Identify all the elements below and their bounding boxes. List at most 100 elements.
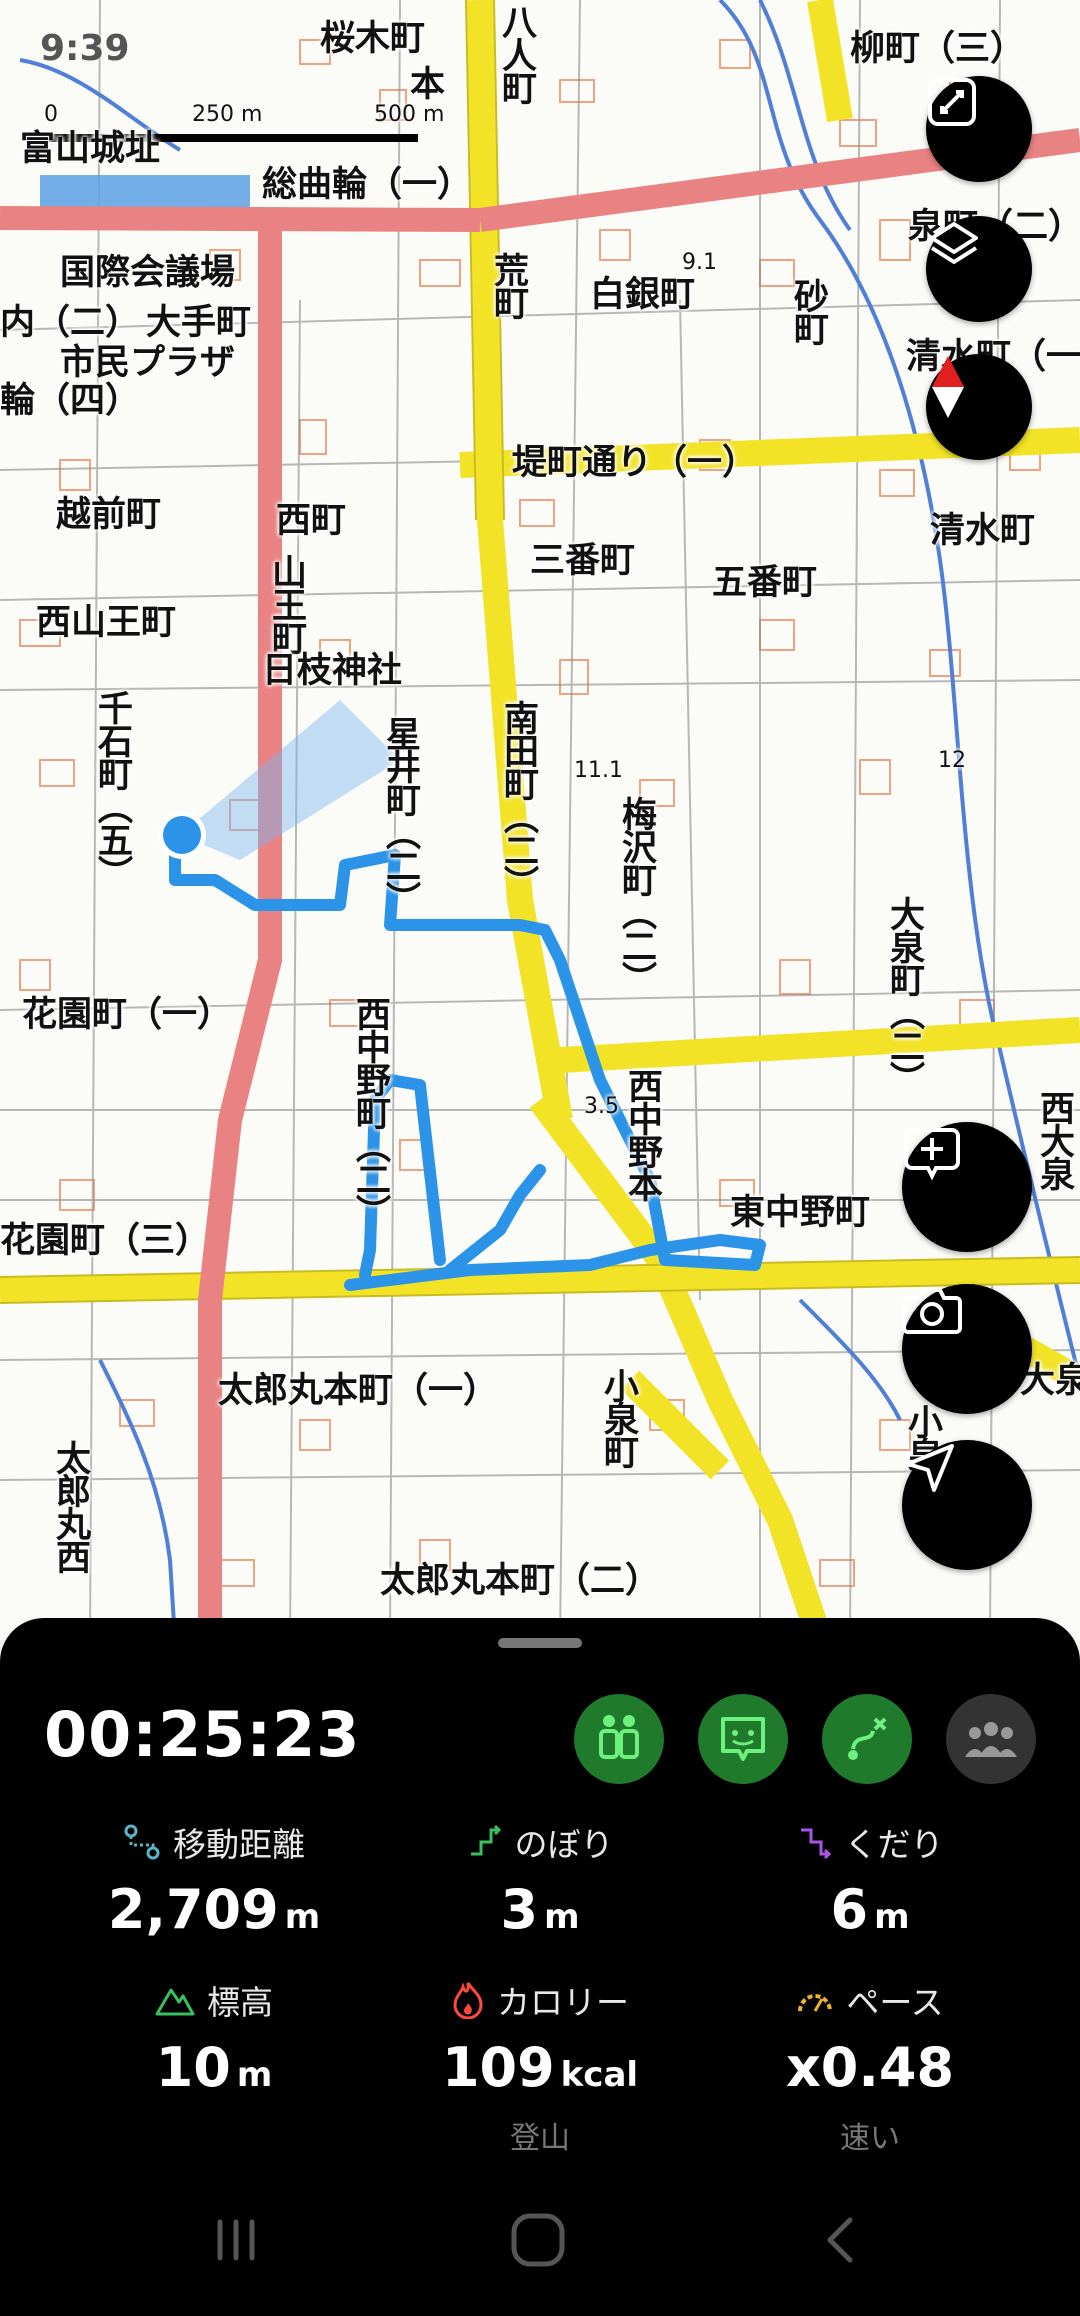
map-label: 西中野町（二） [350,996,390,1227]
pace-label: ペース [846,1983,944,2022]
map-label: 荒町 [488,252,528,318]
fullscreen-button[interactable] [926,76,1032,182]
map-label: 大泉町（二） [884,896,924,1094]
scale-end: 500 m [374,102,445,127]
descent-value: 6 [830,1878,869,1941]
scale-zero: 0 [44,102,58,127]
scale-mid: 250 m [192,102,263,127]
ascent-label: のぼり [514,1825,614,1864]
map-label: 西町 [276,501,347,541]
elapsed-timer: 00:25:23 [44,1698,361,1771]
home-icon[interactable] [508,2210,568,2270]
map-label: 花園町（一） [22,995,233,1035]
map-label: 千石町（五） [92,690,132,888]
camera-icon [902,1288,962,1334]
trail-report-button[interactable] [698,1694,788,1784]
group-icon [965,1722,1017,1757]
calorie-label: カロリー [497,1983,629,2022]
trail-report-icon [721,1717,765,1761]
map-label: 本 [410,65,446,105]
stat-altitude: 標高 10 m [44,1976,384,2099]
map-label: 梅沢町（二） [616,796,656,994]
map-label: 東中野町 [730,1193,871,1233]
mountain-icon [155,1988,195,2016]
map-label: 大泉 [1020,1361,1080,1401]
descent-label: くだり [844,1825,944,1864]
map-view[interactable]: 9:39 0 250 m 500 m 桜木町 本 八人町 柳町（三） 富山城址 … [0,0,1080,1640]
map-label: 太郎丸本町（一） [218,1371,499,1411]
distance-label: 移動距離 [173,1825,305,1864]
map-label: 輪（四） [0,381,141,421]
map-label: 柳町（三） [850,29,1026,69]
drag-handle[interactable] [498,1638,582,1648]
stat-calorie: カロリー 109 kcal 登山 [370,1976,710,2157]
flame-icon [453,1982,483,2019]
map-label: 山王町 [266,554,306,653]
back-icon[interactable] [812,2210,872,2270]
map-label: 西山王町 [36,603,177,643]
companions-icon [599,1715,639,1759]
calorie-unit: kcal [560,2055,639,2095]
map-label: 八人町 [496,4,536,103]
speedometer-icon [798,1994,833,2012]
map-label: 総曲輪（一） [262,165,473,205]
map-label: 西大泉 [1034,1090,1074,1189]
map-label: 越前町 [56,495,162,535]
recent-apps-icon[interactable] [206,2210,266,2270]
map-label: 富山城址 [20,129,161,169]
fullscreen-icon [928,78,976,126]
camera-button[interactable] [902,1284,1032,1414]
descent-icon [800,1828,831,1860]
stat-pace: ペース x0.48 速い [700,1976,1040,2157]
map-label: 清水町 [930,511,1036,551]
distance-unit: m [284,1897,321,1937]
distance-value: 2,709 [107,1878,279,1941]
map-label: 9.1 [682,250,717,275]
pace-value: x0.48 [785,2036,955,2099]
layers-button[interactable] [926,216,1032,322]
altitude-value: 10 [155,2036,231,2099]
group-button[interactable] [946,1694,1036,1784]
stat-descent: くだり 6m [700,1818,1040,1941]
altitude-label: 標高 [207,1983,273,2022]
map-label: 日枝神社 [262,651,403,691]
calorie-activity-type: 登山 [510,2121,570,2156]
layers-icon [930,222,978,264]
map-label: 内（二） [0,303,141,343]
map-label: 大手町 [146,303,252,343]
map-label: 12 [938,748,966,773]
map-label: 堤町通り（一） [512,443,758,483]
route-button[interactable] [822,1694,912,1784]
altitude-unit: m [236,2055,273,2095]
ascent-unit: m [544,1897,580,1937]
map-label: 11.1 [574,758,623,783]
calorie-value: 109 [441,2036,555,2099]
map-label: 小泉町 [598,1368,638,1467]
map-label: 五番町 [712,563,818,603]
map-label: 3.5 [584,1094,619,1119]
map-label: 西中野本 [622,1068,662,1200]
map-label: 南田町（二） [498,700,538,898]
companions-button[interactable] [574,1694,664,1784]
descent-unit: m [874,1897,910,1937]
add-comment-icon [904,1128,960,1181]
ascent-icon [470,1824,501,1856]
map-label: 星井町（二） [380,716,420,914]
add-comment-button[interactable] [902,1122,1032,1252]
map-label: 三番町 [530,541,636,581]
stat-distance: 移動距離 2,709 m [44,1818,384,1941]
compass-icon [932,356,964,418]
route-icon [848,1717,887,1760]
map-label: 太郎丸本町（二） [380,1561,661,1601]
pace-rating: 速い [840,2121,900,2156]
stat-ascent: のぼり 3m [370,1818,710,1941]
navigate-button[interactable] [902,1440,1032,1570]
map-label: 砂町 [788,278,828,344]
map-label: 花園町（三） [0,1221,211,1261]
distance-icon [124,1824,160,1860]
navigate-icon [906,1444,954,1492]
compass-button[interactable] [926,354,1032,460]
map-label: 白銀町 [590,275,696,315]
map-label: 桜木町 [320,19,426,59]
ascent-value: 3 [500,1878,539,1941]
